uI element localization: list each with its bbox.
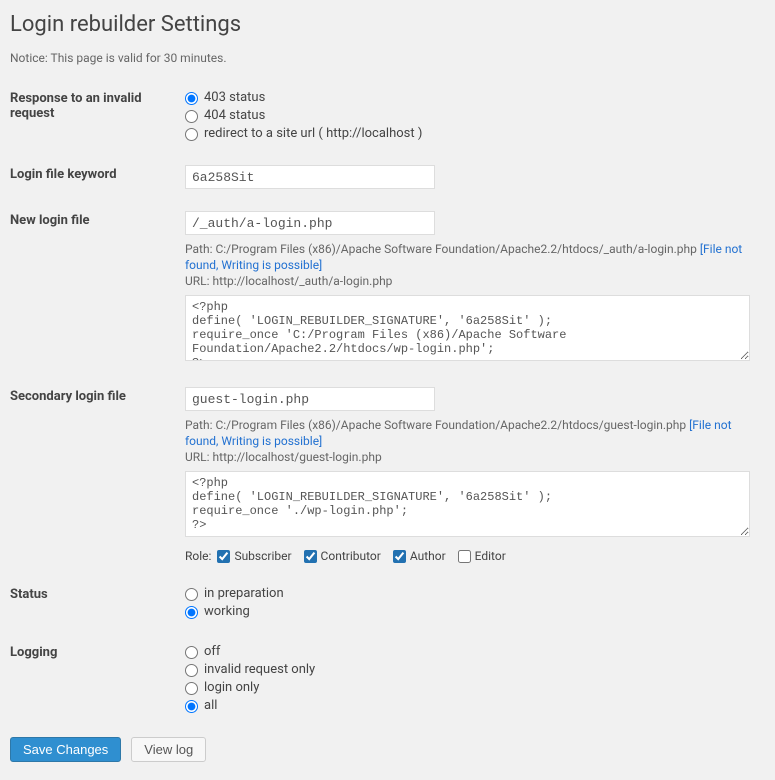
page-notice: Notice: This page is valid for 30 minute… (10, 51, 765, 65)
radio-working-label: working (204, 603, 250, 621)
radio-log-all-label: all (204, 697, 217, 715)
label-newfile: New login file (10, 211, 185, 228)
radio-404[interactable] (185, 110, 198, 123)
role-subscriber[interactable] (217, 550, 230, 563)
label-secondary: Secondary login file (10, 387, 185, 404)
secondary-path: C:/Program Files (x86)/Apache Software F… (215, 418, 686, 432)
radio-log-off-label: off (204, 643, 220, 661)
secondary-url: http://localhost/guest-login.php (213, 450, 382, 464)
secondary-code[interactable] (185, 471, 750, 537)
radio-403-label: 403 status (204, 89, 265, 107)
radio-log-invalid[interactable] (185, 664, 198, 677)
radio-log-all[interactable] (185, 700, 198, 713)
radio-403[interactable] (185, 92, 198, 105)
role-editor-label: Editor (475, 549, 506, 563)
label-response: Response to an invalid request (10, 89, 185, 121)
radio-log-login-label: login only (204, 679, 259, 697)
role-contributor-label: Contributor (321, 549, 381, 563)
role-author-label: Author (410, 549, 446, 563)
radio-log-off[interactable] (185, 646, 198, 659)
newfile-input[interactable] (185, 211, 435, 235)
save-button[interactable]: Save Changes (10, 737, 121, 762)
keyword-input[interactable] (185, 165, 435, 189)
radio-log-invalid-label: invalid request only (204, 661, 315, 679)
secondary-path-prefix: Path: (185, 418, 215, 432)
role-contributor[interactable] (304, 550, 317, 563)
newfile-code[interactable] (185, 295, 750, 361)
roles-label: Role: (185, 549, 211, 563)
page-title: Login rebuilder Settings (10, 12, 765, 37)
newfile-path: C:/Program Files (x86)/Apache Software F… (215, 242, 696, 256)
role-subscriber-label: Subscriber (234, 549, 291, 563)
role-editor[interactable] (458, 550, 471, 563)
radio-redirect-label: redirect to a site url ( http://localhos… (204, 125, 422, 143)
radio-log-login[interactable] (185, 682, 198, 695)
secondary-url-prefix: URL: (185, 450, 213, 464)
label-status: Status (10, 585, 185, 602)
radio-inpreparation[interactable] (185, 588, 198, 601)
field-response: 403 status 404 status redirect to a site… (185, 89, 765, 143)
radio-redirect[interactable] (185, 128, 198, 141)
newfile-url: http://localhost/_auth/a-login.php (213, 274, 393, 288)
role-author[interactable] (393, 550, 406, 563)
view-log-button[interactable]: View log (131, 737, 206, 762)
radio-404-label: 404 status (204, 107, 265, 125)
label-logging: Logging (10, 643, 185, 660)
label-keyword: Login file keyword (10, 165, 185, 182)
radio-inpreparation-label: in preparation (204, 585, 284, 603)
newfile-path-prefix: Path: (185, 242, 215, 256)
secondary-input[interactable] (185, 387, 435, 411)
radio-working[interactable] (185, 606, 198, 619)
newfile-url-prefix: URL: (185, 274, 213, 288)
